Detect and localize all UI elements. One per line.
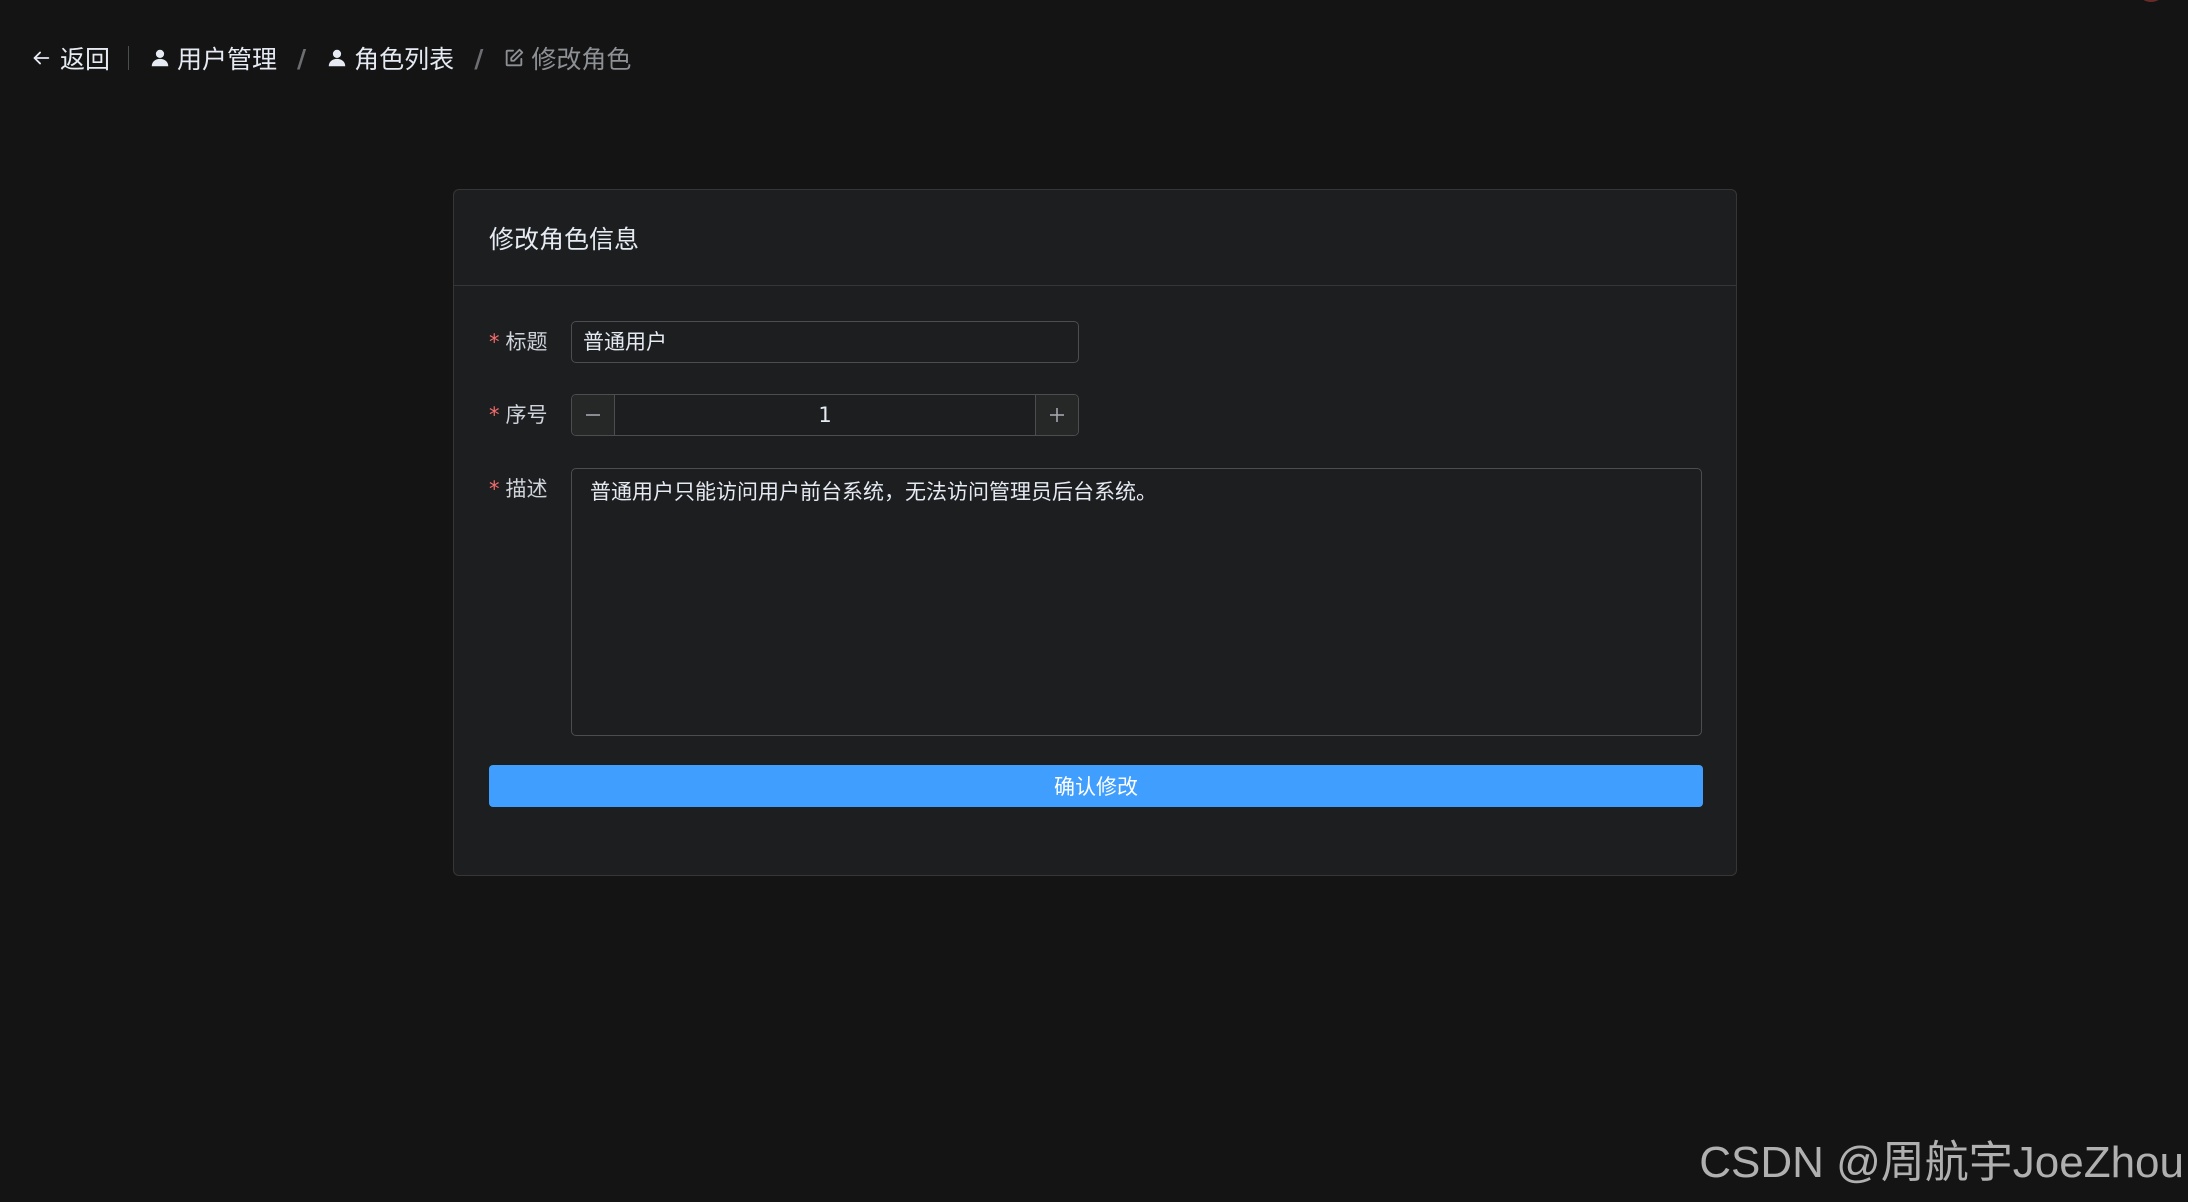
breadcrumb-separator: / <box>297 43 307 73</box>
user-icon <box>328 49 346 67</box>
breadcrumb-item-edit-role: 修改角色 <box>503 40 631 76</box>
confirm-button[interactable]: 确认修改 <box>489 765 1703 807</box>
avatar[interactable] <box>2136 0 2166 2</box>
user-icon <box>151 49 169 67</box>
arrow-left-icon <box>33 51 50 65</box>
form-row-order: * 序号 1 <box>489 394 1079 436</box>
form-row-description: * 描述 普通用户只能访问用户前台系统，无法访问管理员后台系统。 <box>489 468 1702 736</box>
order-label-text: 序号 <box>505 403 548 427</box>
increase-button[interactable] <box>1035 395 1078 435</box>
breadcrumb-label: 用户管理 <box>177 45 278 74</box>
breadcrumb: 用户管理 / 角色列表 / 修改角色 <box>149 40 631 76</box>
watermark: CSDN @周航宇JoeZhou <box>1699 1138 2184 1187</box>
title-input[interactable]: 普通用户 <box>571 321 1079 363</box>
minus-icon <box>586 414 600 416</box>
title-label-text: 标题 <box>505 330 548 354</box>
breadcrumb-label: 修改角色 <box>531 45 632 74</box>
form-row-title: * 标题 普通用户 <box>489 321 1079 363</box>
card-title: 修改角色信息 <box>454 190 1736 286</box>
decrease-button[interactable] <box>572 395 615 435</box>
description-textarea[interactable]: 普通用户只能访问用户前台系统，无法访问管理员后台系统。 <box>571 468 1702 736</box>
page-header: 返回 用户管理 / 角色列表 / 修改角色 <box>30 36 631 80</box>
order-input[interactable]: 1 <box>615 395 1035 435</box>
breadcrumb-label: 角色列表 <box>354 45 455 74</box>
back-button[interactable]: 返回 <box>30 40 110 76</box>
breadcrumb-item-user-management[interactable]: 用户管理 <box>149 40 277 76</box>
title-label: * 标题 <box>489 321 571 363</box>
desc-label: * 描述 <box>489 468 571 510</box>
breadcrumb-separator: / <box>474 43 484 73</box>
edit-icon <box>506 48 524 67</box>
back-label: 返回 <box>60 45 111 74</box>
page: 返回 用户管理 / 角色列表 / 修改角色 修改角色信息 * 标题 普通用户 *… <box>0 0 2188 1202</box>
required-mark: * <box>489 330 500 354</box>
header-divider <box>128 46 130 70</box>
plus-icon <box>1050 408 1064 422</box>
required-mark: * <box>489 403 500 427</box>
order-label: * 序号 <box>489 394 571 436</box>
order-stepper: 1 <box>571 394 1079 436</box>
required-mark: * <box>489 477 500 501</box>
desc-label-text: 描述 <box>505 477 548 501</box>
edit-role-card: 修改角色信息 * 标题 普通用户 * 序号 1 * 描述 普通用户只能访问用户前… <box>453 189 1737 876</box>
breadcrumb-item-role-list[interactable]: 角色列表 <box>326 40 454 76</box>
